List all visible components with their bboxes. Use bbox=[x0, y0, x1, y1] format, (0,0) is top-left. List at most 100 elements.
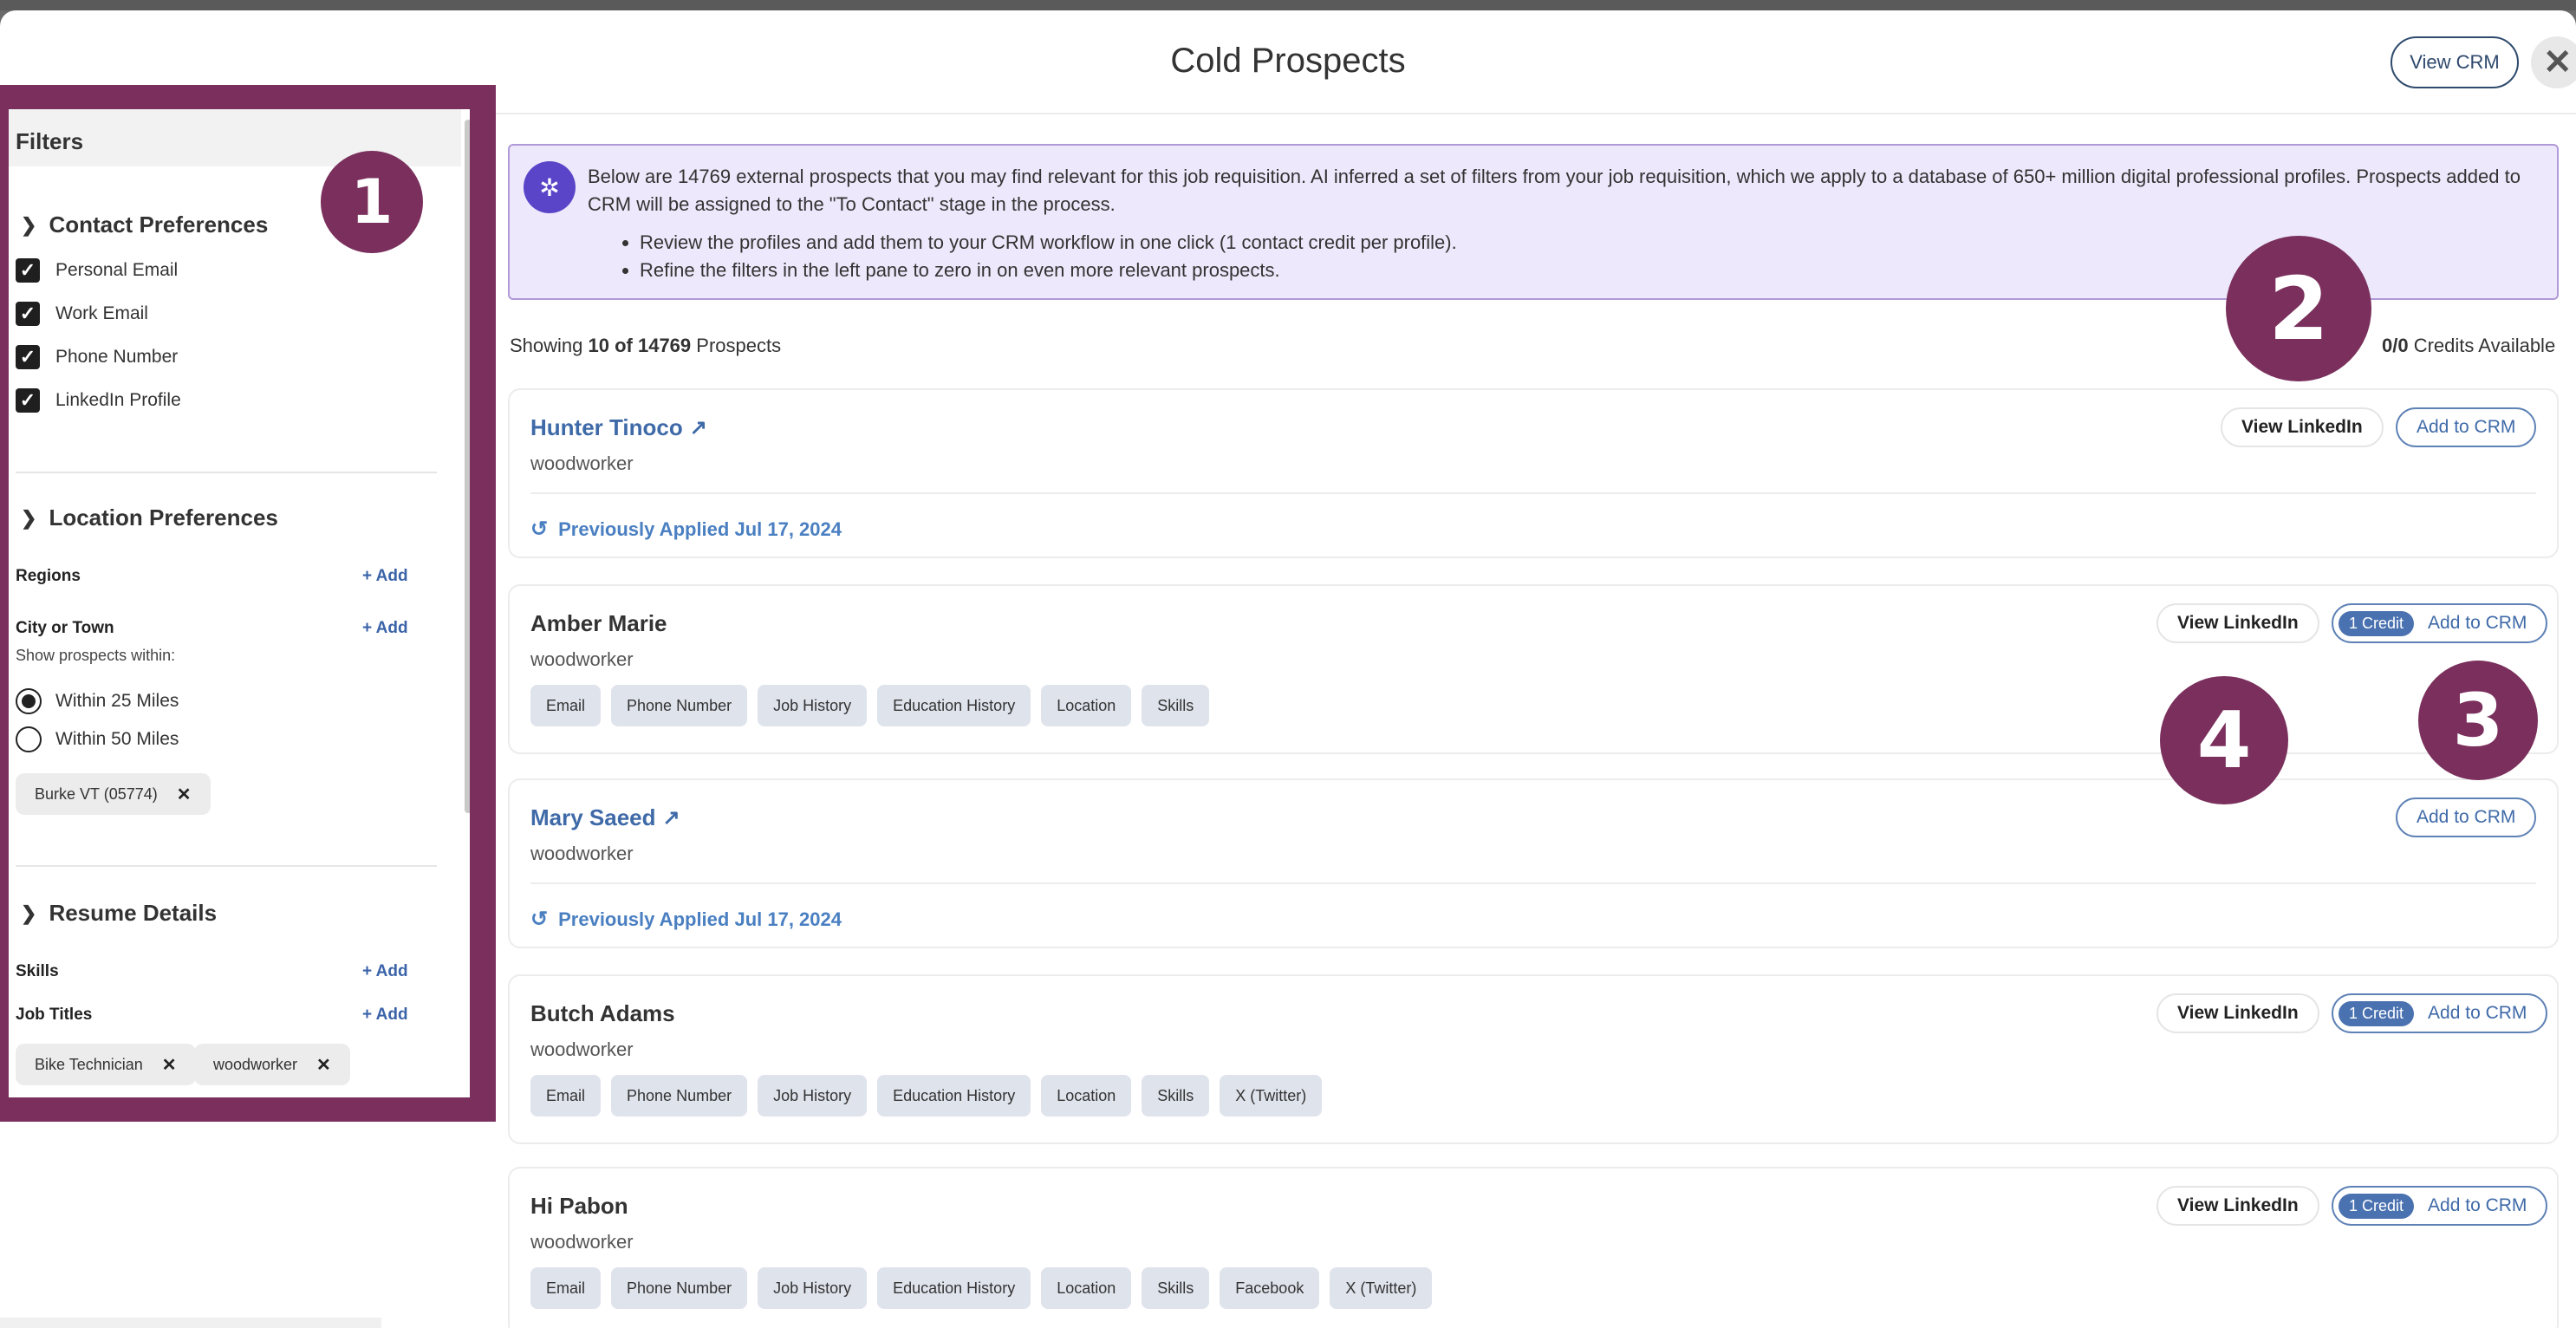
credits-suffix: Credits Available bbox=[2413, 335, 2556, 356]
prospect-name-link[interactable]: Hunter Tinoco ↗ bbox=[530, 414, 707, 441]
data-tag: Job History bbox=[758, 1075, 868, 1116]
prospect-title: woodworker bbox=[530, 452, 634, 474]
data-tag: Phone Number bbox=[611, 685, 748, 726]
prospect-name: Hi Pabon bbox=[530, 1193, 628, 1219]
data-tag: Location bbox=[1041, 1075, 1132, 1116]
applied-text: Previously Applied Jul 17, 2024 bbox=[558, 908, 842, 930]
data-tag: Email bbox=[530, 1267, 602, 1309]
callout-badge-2: 2 bbox=[2226, 236, 2371, 381]
banner-bullet: Review the profiles and add them to your… bbox=[640, 229, 1457, 257]
prospect-name[interactable]: Hunter Tinoco bbox=[530, 414, 683, 441]
add-skill-link[interactable]: + Add bbox=[362, 962, 408, 981]
add-to-crm-button[interactable]: 1 Credit Add to CRM bbox=[2332, 603, 2548, 643]
radio-within-25[interactable]: Within 25 Miles bbox=[16, 688, 179, 714]
view-linkedin-button[interactable]: View LinkedIn bbox=[2156, 993, 2319, 1033]
remove-chip-icon[interactable]: ✕ bbox=[316, 1054, 331, 1076]
checkbox-label: LinkedIn Profile bbox=[55, 390, 181, 410]
remove-chip-icon[interactable]: ✕ bbox=[162, 1054, 177, 1076]
external-link-icon[interactable]: ↗ bbox=[690, 415, 707, 440]
data-tags: Email Phone Number Job History Education… bbox=[530, 1075, 1323, 1116]
view-linkedin-button[interactable]: View LinkedIn bbox=[2156, 1186, 2319, 1226]
chip-label: Bike Technician bbox=[35, 1055, 143, 1073]
data-tags: Email Phone Number Job History Education… bbox=[530, 1267, 1433, 1309]
add-to-crm-button[interactable]: 1 Credit Add to CRM bbox=[2332, 1186, 2548, 1226]
history-icon: ↺ bbox=[530, 908, 549, 931]
data-tags: Email Phone Number Job History Education… bbox=[530, 685, 1210, 726]
radio-selected-icon[interactable] bbox=[16, 688, 42, 714]
prospect-card: Mary Saeed ↗ woodworker Add to CRM ↺ Pre… bbox=[508, 778, 2559, 948]
radio-within-50[interactable]: Within 50 Miles bbox=[16, 726, 179, 752]
add-to-crm-button[interactable]: 1 Credit Add to CRM bbox=[2332, 993, 2548, 1033]
checkbox-label: Personal Email bbox=[55, 260, 179, 280]
remove-chip-icon[interactable]: ✕ bbox=[177, 784, 192, 805]
view-crm-button[interactable]: View CRM bbox=[2391, 36, 2519, 88]
job-titles-label: Job Titles bbox=[16, 1006, 93, 1024]
filters-scrollbar[interactable] bbox=[465, 120, 470, 813]
external-link-icon[interactable]: ↗ bbox=[663, 805, 680, 830]
checkbox-linkedin-profile[interactable]: ✓ LinkedIn Profile bbox=[16, 388, 181, 413]
showing-number: 10 of 14769 bbox=[588, 335, 692, 356]
checkbox-personal-email[interactable]: ✓ Personal Email bbox=[16, 258, 178, 283]
data-tag: Education History bbox=[877, 685, 1031, 726]
job-title-chip: woodworker ✕ bbox=[194, 1044, 350, 1085]
data-tag: X (Twitter) bbox=[1330, 1267, 1433, 1309]
banner-bullets: Review the profiles and add them to your… bbox=[640, 229, 1457, 284]
checkbox-work-email[interactable]: ✓ Work Email bbox=[16, 302, 148, 326]
add-city-link[interactable]: + Add bbox=[362, 619, 408, 638]
credit-pill: 1 Credit bbox=[2339, 1000, 2415, 1026]
data-tag: Location bbox=[1041, 1267, 1132, 1309]
callout-badge-1: 1 bbox=[321, 151, 423, 253]
prospect-name[interactable]: Mary Saeed bbox=[530, 804, 656, 831]
resume-details-title: Resume Details bbox=[49, 900, 218, 926]
checkbox-checked-icon[interactable]: ✓ bbox=[16, 258, 40, 283]
prospect-name: Amber Marie bbox=[530, 610, 667, 636]
checkbox-checked-icon[interactable]: ✓ bbox=[16, 345, 40, 369]
checkbox-checked-icon[interactable]: ✓ bbox=[16, 302, 40, 326]
prospect-title: woodworker bbox=[530, 1231, 634, 1253]
data-tag: X (Twitter) bbox=[1220, 1075, 1323, 1116]
section-divider bbox=[16, 865, 437, 867]
checkbox-phone-number[interactable]: ✓ Phone Number bbox=[16, 345, 178, 369]
data-tag: Skills bbox=[1142, 685, 1210, 726]
view-linkedin-button[interactable]: View LinkedIn bbox=[2156, 603, 2319, 643]
bottom-strip bbox=[0, 1318, 381, 1328]
checkbox-checked-icon[interactable]: ✓ bbox=[16, 388, 40, 413]
view-linkedin-button[interactable]: View LinkedIn bbox=[2221, 407, 2384, 447]
callout-badge-3: 3 bbox=[2418, 661, 2538, 780]
prospect-name: Butch Adams bbox=[530, 1000, 675, 1026]
contact-preferences-toggle[interactable]: ❯ Contact Preferences bbox=[21, 212, 268, 238]
checkbox-label: Work Email bbox=[55, 303, 148, 323]
data-tag: Email bbox=[530, 1075, 602, 1116]
card-divider bbox=[530, 492, 2536, 494]
history-icon: ↺ bbox=[530, 518, 549, 541]
location-preferences-toggle[interactable]: ❯ Location Preferences bbox=[21, 505, 278, 531]
add-region-link[interactable]: + Add bbox=[362, 567, 408, 586]
prospect-title: woodworker bbox=[530, 843, 634, 864]
chevron-right-icon: ❯ bbox=[21, 213, 37, 236]
add-to-crm-label: Add to CRM bbox=[2428, 613, 2527, 633]
sparkle-icon: ✲ bbox=[524, 161, 576, 213]
window-top-bar bbox=[0, 0, 2576, 10]
close-icon[interactable]: ✕ bbox=[2531, 36, 2576, 88]
showing-count: Showing 10 of 14769 Prospects bbox=[510, 335, 781, 357]
contact-preferences-title: Contact Preferences bbox=[49, 212, 269, 238]
chip-label: woodworker bbox=[213, 1055, 298, 1073]
data-tag: Skills bbox=[1142, 1075, 1210, 1116]
credits-value: 0/0 bbox=[2382, 335, 2409, 356]
radio-unselected-icon[interactable] bbox=[16, 726, 42, 752]
resume-details-toggle[interactable]: ❯ Resume Details bbox=[21, 900, 217, 927]
add-to-crm-button[interactable]: Add to CRM bbox=[2396, 407, 2537, 447]
add-job-title-link[interactable]: + Add bbox=[362, 1006, 408, 1025]
showing-suffix: Prospects bbox=[696, 335, 782, 356]
add-to-crm-button[interactable]: Add to CRM bbox=[2396, 797, 2537, 837]
data-tag: Education History bbox=[877, 1267, 1031, 1309]
checkbox-label: Phone Number bbox=[55, 347, 179, 367]
data-tag: Phone Number bbox=[611, 1267, 748, 1309]
callout-badge-4: 4 bbox=[2160, 676, 2288, 804]
prospect-title: woodworker bbox=[530, 648, 634, 670]
prospect-name-link[interactable]: Mary Saeed ↗ bbox=[530, 804, 680, 831]
previously-applied: ↺ Previously Applied Jul 17, 2024 bbox=[530, 907, 842, 932]
data-tag: Skills bbox=[1142, 1267, 1210, 1309]
section-divider bbox=[16, 472, 437, 473]
previously-applied: ↺ Previously Applied Jul 17, 2024 bbox=[530, 517, 842, 542]
